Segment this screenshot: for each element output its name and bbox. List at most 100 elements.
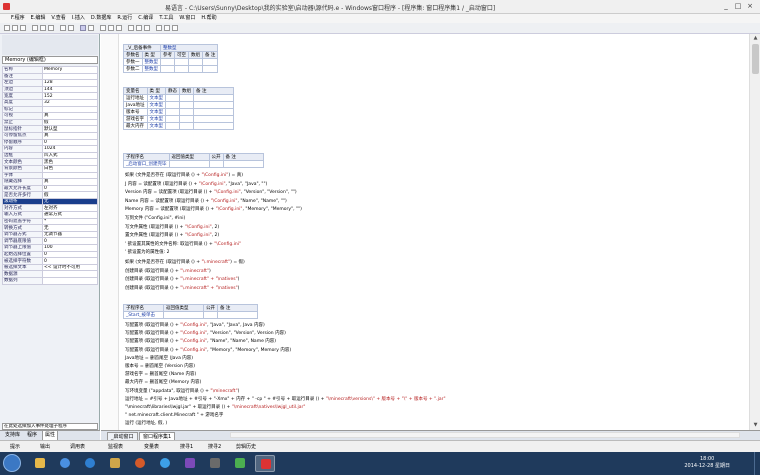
paste-icon[interactable] (48, 25, 54, 31)
tab-program[interactable]: 程序 (25, 431, 39, 440)
help-icon[interactable] (172, 25, 178, 31)
stop-icon[interactable] (88, 25, 94, 31)
code-line[interactable]: 写配置项 (取运行目录 () + "\Config.ini", "Memory"… (125, 348, 291, 353)
code-line[interactable]: J 内容 = 读配置项 (取运行目录 () + "\Config.ini", "… (125, 182, 267, 187)
find-icon[interactable] (144, 25, 150, 31)
window-list-icon[interactable] (136, 25, 142, 31)
code-line[interactable]: 写配置项 (取运行目录 () + "\Config.ini", "Java", … (125, 323, 265, 328)
vertical-scrollbar[interactable]: ▲ ▼ (749, 34, 760, 430)
taskbar-player[interactable] (130, 455, 150, 472)
property-value[interactable]: 152 (42, 92, 98, 100)
property-row[interactable]: 禁止假 (2, 118, 98, 127)
property-row[interactable]: 调节器上限值 100 (2, 244, 98, 252)
property-row[interactable]: 字体 (2, 171, 98, 180)
property-value[interactable]: << 设计时不可用 (42, 263, 98, 272)
property-value[interactable]: 真 (42, 178, 98, 186)
property-row[interactable]: 文本颜色 黑色 (2, 158, 98, 166)
tab-output[interactable]: 输出 (40, 443, 50, 451)
step-icon[interactable] (100, 25, 106, 31)
property-value[interactable]: 左对齐 (42, 204, 98, 213)
property-row[interactable]: 边框 凹入式 (2, 151, 98, 160)
tab-call-table[interactable]: 调用表 (70, 443, 85, 451)
code-line[interactable]: 写环境变量 ("appdata", 取运行目录 () + "\minecraft… (125, 389, 239, 394)
menu-help[interactable]: H.帮助 (198, 14, 219, 23)
property-row[interactable]: 输入方式 通常方式 (2, 211, 98, 219)
tab-search-2[interactable]: 搜寻2 (208, 443, 221, 451)
property-value[interactable]: 144 (42, 85, 98, 94)
step-over-icon[interactable] (108, 25, 114, 31)
property-value[interactable]: 通常方式 (42, 211, 98, 219)
property-value[interactable]: 黑色 (42, 158, 98, 166)
code-line[interactable]: 最大内存 = 删首尾空 (Memory 内容) (125, 380, 201, 385)
property-value[interactable]: Memory (42, 66, 98, 74)
menu-compile[interactable]: C.编译 (135, 14, 156, 23)
var-name[interactable]: Java地址 (123, 101, 148, 109)
property-value[interactable]: 假 (42, 191, 98, 199)
property-value[interactable] (42, 270, 98, 278)
property-value[interactable]: 真 (42, 112, 98, 120)
taskbar-ie[interactable] (80, 455, 100, 472)
tab-tips[interactable]: 提示 (10, 443, 20, 451)
property-value[interactable]: 凹入式 (42, 151, 98, 160)
property-row[interactable]: 密码遮盖字符 * (2, 217, 98, 226)
menu-view[interactable]: V.查看 (48, 14, 68, 23)
code-line[interactable]: 游戏名字 = 删首尾空 (Name 内容) (125, 372, 196, 377)
horizontal-scrollbar[interactable] (230, 432, 740, 438)
start-button[interactable] (3, 454, 21, 472)
code-line[interactable]: ' 欲设置为的属性值: 2 (125, 250, 169, 255)
property-row[interactable]: 滚动条无 (2, 197, 98, 206)
property-row[interactable]: 名称 Memory (2, 66, 98, 74)
menu-run[interactable]: R.运行 (114, 14, 135, 23)
property-value[interactable]: 无 (42, 197, 98, 206)
code-line[interactable]: Java地址 = 删首尾空 (Java 内容) (125, 356, 193, 361)
property-row[interactable]: 备注 (2, 72, 98, 81)
property-row[interactable]: 调节器方式 无调节器 (2, 230, 98, 239)
property-row[interactable]: 背景颜色 白色 (2, 164, 98, 173)
redo-icon[interactable] (68, 25, 74, 31)
code-editor[interactable]: _V_后备事件 整数型 参数名类 型参考 可空 数组备 注 参数一 整数型 参数二 整数型… (101, 34, 749, 430)
var-name[interactable]: 运行地址 (123, 94, 148, 102)
property-row[interactable]: 宽度 152 (2, 92, 98, 100)
property-row[interactable]: 数据源 (2, 270, 98, 278)
tab-clip-history[interactable]: 剪辑历史 (236, 443, 256, 451)
property-row[interactable]: 可停留焦点真 (2, 131, 98, 140)
compile-icon[interactable] (128, 25, 134, 31)
property-value[interactable]: 无调节器 (42, 230, 98, 239)
property-value[interactable]: 1024 (42, 145, 98, 153)
taskbar-app2[interactable] (180, 455, 200, 472)
param-name[interactable]: 参数二 (123, 65, 143, 73)
undo-icon[interactable] (60, 25, 66, 31)
maximize-button[interactable]: □ (734, 2, 742, 11)
property-value[interactable]: 无 (42, 224, 98, 232)
property-value[interactable]: 0 (42, 250, 98, 259)
property-value[interactable]: 128 (42, 79, 98, 87)
code-line[interactable]: 运行 (运行地址, 假, ) (125, 421, 167, 426)
property-value[interactable]: 默认型 (42, 125, 98, 133)
code-line[interactable]: " net.minecraft.client.Minecraft " + 游戏名… (125, 413, 223, 418)
var-type[interactable]: 文本型 (146, 108, 167, 116)
tab-watch-table[interactable]: 监视表 (108, 443, 123, 451)
property-row[interactable]: 转换方式无 (2, 224, 98, 232)
var-type[interactable]: 文本型 (146, 94, 167, 102)
var-type[interactable]: 文本型 (146, 101, 167, 109)
code-line[interactable]: "\minecraft\libraries\lwjgl.jar" + 取运行目录… (125, 405, 305, 410)
scroll-down-icon[interactable]: ▼ (752, 422, 759, 429)
property-value[interactable] (42, 277, 98, 285)
property-value[interactable]: 0 (42, 184, 98, 193)
scroll-up-icon[interactable]: ▲ (752, 35, 759, 42)
property-row[interactable]: 高度 32 (2, 98, 98, 107)
code-line[interactable]: ' 欲设置其属性的文件名称: 取运行目录 () + "\Config.ini" (125, 242, 241, 247)
taskbar-easy-language[interactable] (255, 455, 275, 472)
code-line[interactable]: Memory 内容 = 读配置项 (取运行目录 () + "\Config.in… (125, 207, 302, 212)
code-line[interactable]: 写到文件 ("Config.ini", #ini) (125, 216, 185, 221)
property-row[interactable]: 被选择字符数 0 (2, 257, 98, 265)
menu-window[interactable]: W.窗口 (176, 14, 198, 23)
param-type[interactable]: 整数型 (141, 65, 161, 73)
component-selector[interactable]: Memory (编辑框) (2, 56, 98, 64)
property-row[interactable]: 顶边 144 (2, 85, 98, 94)
code-line[interactable]: 写配置项 (取运行目录 () + "\Config.ini", "Name", … (125, 339, 276, 344)
taskbar-media[interactable] (205, 455, 225, 472)
save-icon[interactable] (20, 25, 26, 31)
new-file-icon[interactable] (4, 25, 10, 31)
menu-database[interactable]: D.数据库 (88, 14, 114, 23)
